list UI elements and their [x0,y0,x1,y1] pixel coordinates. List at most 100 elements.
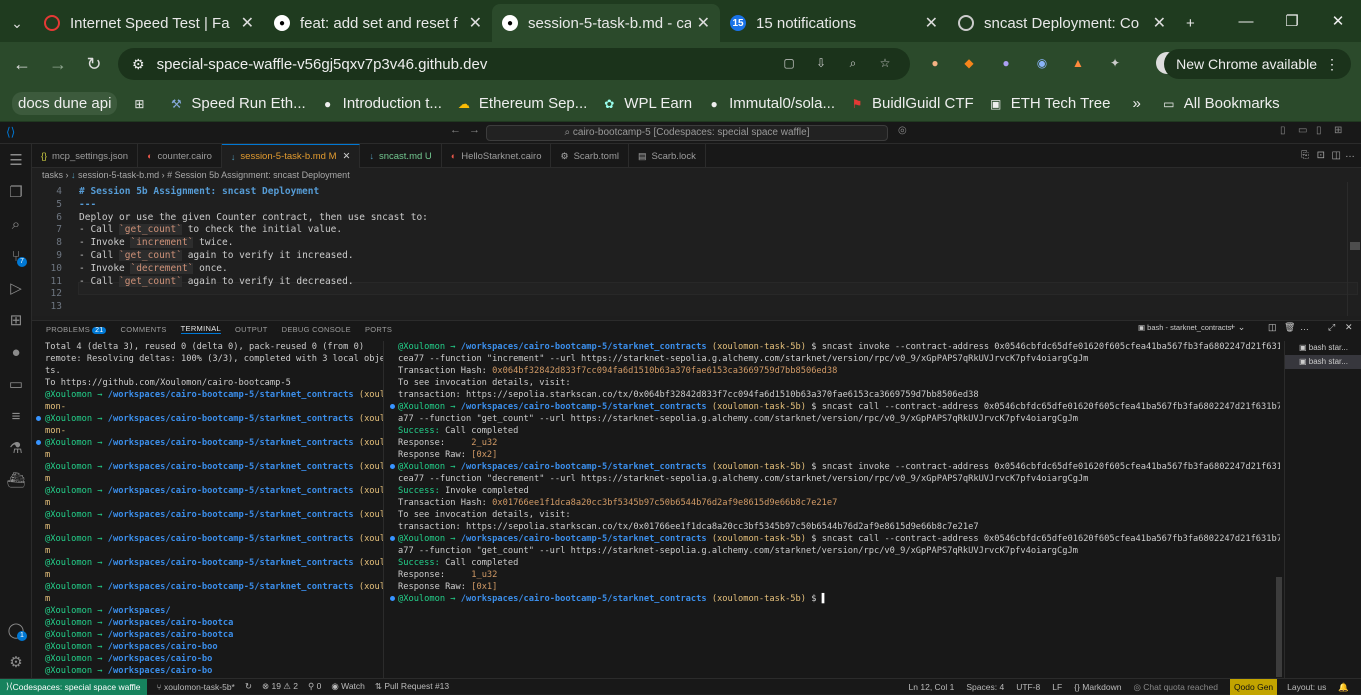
metamask-icon[interactable]: ◆ [958,52,980,74]
watch-indicator[interactable]: ◉ Watch [331,681,365,692]
browser-tab-session[interactable]: ● session-5-task-b.md - ca ✕ [492,4,720,42]
extensions-icon[interactable]: ⊞ [0,304,32,336]
tab-scarb-toml[interactable]: ⚙ Scarb.toml [551,144,629,168]
all-bookmarks[interactable]: ▭ All Bookmarks [1161,95,1280,112]
toggle-secondary-icon[interactable]: ▯ [1316,125,1322,136]
explorer-icon[interactable]: ❐ [0,176,32,208]
docker-icon[interactable]: ⛴ [0,464,32,496]
terminal-list-item[interactable]: ▣ bash star... [1285,341,1361,355]
language-mode[interactable]: {} Markdown [1074,682,1121,692]
terminal-selector[interactable]: ▣ bash - starknet_contracts [1138,323,1231,332]
extension-arrow-icon[interactable]: ▲ [1067,52,1089,74]
close-panel-icon[interactable]: ✕ [1345,322,1353,333]
extension-icon[interactable]: ● [924,52,946,74]
command-decoration-icon[interactable] [36,440,41,445]
bookmark-introduction[interactable]: ● Introduction t... [320,95,442,112]
zoom-icon[interactable]: ⌕ [842,52,864,74]
tab-ports[interactable]: PORTS [365,325,392,334]
breadcrumb-symbol[interactable]: # Session 5b Assignment: sncast Deployme… [167,170,350,180]
indentation[interactable]: Spaces: 4 [966,682,1004,692]
tab-scarb-lock[interactable]: ▤ Scarb.lock [629,144,706,168]
kill-terminal-icon[interactable]: 🗑 [1284,322,1295,333]
command-decoration-icon[interactable] [390,536,395,541]
command-decoration-icon[interactable] [390,404,395,409]
terminal-scrollbar[interactable] [1276,341,1282,679]
breadcrumb-file[interactable]: session-5-task-b.md [78,170,159,180]
toggle-panel-icon[interactable]: ▭ [1298,125,1307,136]
close-icon[interactable]: ✕ [235,13,254,33]
bookmark-immutal[interactable]: ● Immutal0/sola... [706,95,835,112]
tab-debug-console[interactable]: DEBUG CONSOLE [282,325,351,334]
encoding[interactable]: UTF-8 [1016,682,1040,692]
testing-icon[interactable]: ⚗ [0,432,32,464]
browser-tab-feat[interactable]: ● feat: add set and reset f ✕ [264,4,492,42]
extension-robot-icon[interactable]: ◉ [1031,52,1053,74]
terminal-left-pane[interactable]: Total 4 (delta 3), reused 0 (delta 0), p… [32,341,384,679]
reload-icon[interactable]: ↻ [76,54,112,75]
close-icon[interactable]: ✕ [691,13,710,33]
command-decoration-icon[interactable] [36,416,41,421]
open-changes-icon[interactable]: ⎘ [1301,150,1309,161]
tab-comments[interactable]: COMMENTS [120,325,166,334]
sync-icon[interactable]: ↻ [245,681,252,692]
split-editor-icon[interactable]: ◫ [1332,150,1341,161]
terminal-right-pane[interactable]: @Xoulomon → /workspaces/cairo-bootcamp-5… [386,341,1280,679]
editor-scrollbar[interactable] [1347,182,1361,316]
bookmark-wpl[interactable]: ✿ WPL Earn [601,95,692,112]
customize-layout-icon[interactable]: ⊞ [1334,125,1342,136]
qodo-gen-button[interactable]: Qodo Gen [1229,679,1278,695]
close-window-icon[interactable]: ✕ [1315,12,1361,30]
source-control-icon[interactable]: ⑂ 7 [0,240,32,272]
keyboard-layout[interactable]: Layout: us [1287,682,1326,692]
forward-icon[interactable]: → [40,54,76,75]
terminal-cursor[interactable]: ▌ [822,594,827,604]
search-icon[interactable]: ⌕ [0,208,32,240]
tab-output[interactable]: OUTPUT [235,325,268,334]
remote-explorer-icon[interactable]: ▭ [0,368,32,400]
phantom-icon[interactable]: ● [995,52,1017,74]
preview-icon[interactable]: ⊡ [1317,150,1325,161]
tab-sncast-md[interactable]: ↓ sncast.md U [360,144,442,168]
new-chrome-available-button[interactable]: New Chrome available ⋮ [1164,49,1351,79]
notifications-bell-icon[interactable]: 🔔 [1338,682,1349,693]
restore-icon[interactable]: ❐ [1269,12,1315,30]
accounts-icon[interactable]: ◯ 1 [0,614,32,646]
close-icon[interactable]: ✕ [1147,13,1166,33]
command-center[interactable]: ⌕ cairo-bootcamp-5 [Codespaces: special … [486,125,888,141]
toggle-sidebar-icon[interactable]: ▯ [1280,125,1286,136]
menu-icon[interactable]: ☰ [0,144,32,176]
bookmark-buidlguidl[interactable]: ⚑ BuidlGuidl CTF [849,95,974,112]
tab-problems[interactable]: PROBLEMS 21 [46,325,107,334]
back-icon[interactable]: ← [450,124,461,136]
apps-grid-icon[interactable]: ⊞ [131,96,154,112]
branch-indicator[interactable]: ⑂ xoulomon-task-5b* [157,682,235,692]
command-decoration-icon[interactable] [390,464,395,469]
more-icon[interactable]: … [1300,322,1309,332]
ports-indicator[interactable]: ⚲ 0 [308,681,321,692]
copilot-icon[interactable]: ◎ [898,125,907,136]
cursor-position[interactable]: Ln 12, Col 1 [909,682,955,692]
browser-tab-sncast[interactable]: sncast Deployment: Co ✕ [948,4,1176,42]
pull-request-indicator[interactable]: ⇅ Pull Request #13 [375,681,449,692]
bookmark-eth-tree[interactable]: ▣ ETH Tech Tree [988,95,1110,112]
bookmark-speedrun[interactable]: ⚒ Speed Run Eth... [168,95,306,112]
command-decoration-icon[interactable] [390,596,395,601]
split-terminal-icon[interactable]: ◫ [1268,322,1277,333]
remote-indicator[interactable]: ⟩⟨ Codespaces: special space waffle [0,678,147,695]
site-info-icon[interactable]: ⚙ [132,56,145,73]
settings-gear-icon[interactable]: ⚙ [0,646,32,678]
close-icon[interactable]: ✕ [919,13,938,33]
breadcrumb-folder[interactable]: tasks [42,170,63,180]
bookmark-star-icon[interactable]: ☆ [874,52,896,74]
browser-tab-notifications[interactable]: 15 15 notifications ✕ [720,4,948,42]
more-actions-icon[interactable]: … [1345,149,1355,160]
terminal-list-item[interactable]: ▣ bash star... [1285,355,1361,369]
tab-session-5-task-b[interactable]: ↓ session-5-task-b.md M ✕ [221,144,361,168]
new-terminal-icon[interactable]: + ⌄ [1230,322,1245,333]
tab-mcp-settings[interactable]: {} mcp_settings.json [32,144,139,168]
close-icon[interactable]: ✕ [343,151,351,162]
new-tab-button[interactable]: + [1176,4,1212,42]
bookmark-ethereum[interactable]: ☁ Ethereum Sep... [456,95,587,112]
chat-quota[interactable]: ◎ Chat quota reached [1133,682,1217,693]
close-icon[interactable]: ✕ [463,13,482,33]
